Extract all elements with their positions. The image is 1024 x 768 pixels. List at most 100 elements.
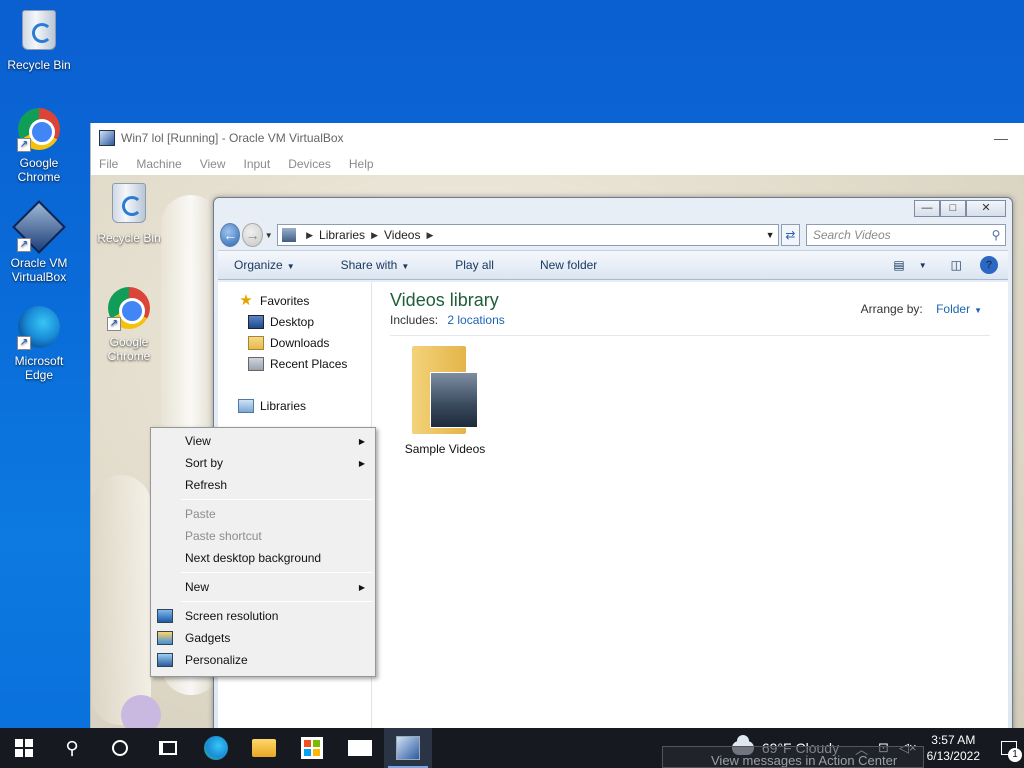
includes-label: Includes: (390, 313, 439, 327)
task-view-icon (159, 741, 177, 755)
locations-link[interactable]: 2 locations (447, 313, 504, 327)
edge-icon: ↗ (17, 306, 61, 350)
menu-item-label: Personalize (185, 653, 248, 667)
window-title: Win7 lol [Running] - Oracle VM VirtualBo… (121, 131, 344, 145)
chrome-icon: ↗ (107, 287, 151, 331)
menu-separator (181, 601, 373, 602)
guest-icon-recycle-bin[interactable]: Recycle Bin (91, 181, 167, 245)
taskbar-mail[interactable] (336, 728, 384, 768)
search-button[interactable]: ⚲ (48, 728, 96, 768)
guest-icon-chrome[interactable]: ↗ Google Chrome (91, 287, 167, 363)
task-view-button[interactable] (144, 728, 192, 768)
menu-item-screen-resolution[interactable]: Screen resolution (151, 605, 375, 627)
search-icon[interactable]: ⚲ (987, 228, 1005, 242)
breadcrumb-separator-icon[interactable]: ▶ (371, 230, 378, 241)
menu-item-label: Screen resolution (185, 609, 279, 623)
nav-libraries[interactable]: Libraries (218, 395, 371, 416)
action-center-button[interactable]: 1 (994, 728, 1024, 768)
libraries-icon (238, 398, 254, 413)
arrange-by-dropdown[interactable]: Folder ▼ (936, 302, 982, 316)
menu-file[interactable]: File (99, 157, 118, 171)
menu-item-next-desktop-background[interactable]: Next desktop background (151, 547, 375, 569)
breadcrumb-videos[interactable]: Videos (384, 228, 420, 242)
clock-date: 6/13/2022 (926, 749, 980, 763)
chevron-down-icon: ▼ (286, 262, 295, 271)
cortana-button[interactable] (96, 728, 144, 768)
windows-logo-icon (15, 739, 33, 757)
menu-machine[interactable]: Machine (136, 157, 181, 171)
clock[interactable]: 3:57 AM 6/13/2022 (927, 732, 980, 764)
chevron-down-icon[interactable]: ▼ (762, 230, 778, 240)
chevron-down-icon[interactable]: ▼ (919, 261, 927, 270)
share-with-button[interactable]: Share with ▼ (333, 258, 418, 272)
folder-item[interactable]: Sample Videos (390, 346, 500, 456)
new-folder-button[interactable]: New folder (532, 258, 605, 272)
refresh-button[interactable]: ⇄ (781, 224, 800, 246)
play-all-button[interactable]: Play all (447, 258, 502, 272)
chevron-down-icon[interactable]: ▼ (265, 231, 273, 240)
downloads-icon (248, 335, 264, 350)
minimize-button[interactable]: — (914, 200, 940, 217)
menu-item-paste: Paste (185, 507, 216, 521)
change-view-icon[interactable]: ▤ (893, 258, 904, 272)
menu-item-refresh[interactable]: Refresh (151, 474, 375, 496)
menu-item-view[interactable]: View ▶ (151, 430, 375, 452)
menu-item-paste-shortcut: Paste shortcut (185, 529, 262, 543)
menu-help[interactable]: Help (349, 157, 374, 171)
menu-item-label: Gadgets (185, 631, 231, 645)
menu-item-personalize[interactable]: Personalize (151, 649, 375, 671)
menu-item-gadgets[interactable]: Gadgets (151, 627, 375, 649)
menu-view[interactable]: View (200, 157, 226, 171)
recent-places-icon (248, 356, 264, 371)
menu-item-sort-by[interactable]: Sort by ▶ (151, 452, 375, 474)
help-icon[interactable]: ? (980, 256, 998, 274)
menu-devices[interactable]: Devices (288, 157, 331, 171)
edge-icon (204, 736, 228, 760)
breadcrumb-separator-icon[interactable]: ▶ (426, 230, 433, 241)
explorer-caption[interactable]: — □ ✕ (214, 198, 1012, 220)
taskbar-file-explorer[interactable] (240, 728, 288, 768)
nav-desktop[interactable]: Desktop (218, 311, 371, 332)
address-bar[interactable]: ▶ Libraries ▶ Videos ▶ ▼ (277, 224, 780, 246)
breadcrumb-libraries[interactable]: Libraries (319, 228, 365, 242)
virtualbox-title-bar[interactable]: Win7 lol [Running] - Oracle VM VirtualBo… (91, 123, 1024, 153)
notification-count: 1 (1008, 748, 1022, 762)
desktop-icon-edge[interactable]: ↗ Microsoft Edge (1, 306, 77, 382)
taskbar-store[interactable] (288, 728, 336, 768)
desktop-icon-label: Oracle VM VirtualBox (10, 256, 68, 284)
personalize-icon (157, 653, 173, 667)
preview-pane-icon[interactable]: ◫ (951, 258, 962, 272)
start-button[interactable] (0, 728, 48, 768)
minimize-button[interactable]: — (978, 130, 1024, 146)
guest-desktop[interactable]: Recycle Bin ↗ Google Chrome — □ ✕ ← → ▼ (91, 175, 1024, 728)
address-row: ← → ▼ ▶ Libraries ▶ Videos ▶ ▼ ⇄ Search … (214, 220, 1012, 250)
content-pane[interactable]: Videos library Includes: 2 locations Arr… (372, 282, 1008, 728)
search-icon: ⚲ (65, 737, 79, 758)
arrange-value: Folder (936, 302, 971, 316)
command-bar: Organize ▼ Share with ▼ Play all New folde… (218, 250, 1008, 280)
taskbar-edge[interactable] (192, 728, 240, 768)
nav-favorites[interactable]: ★ Favorites (218, 290, 371, 311)
desktop-icon-recycle-bin[interactable]: Recycle Bin (1, 8, 77, 72)
taskbar: ⚲ 69°F Cloudy ︿ ⊡ ◁× 3:57 AM 6/13/2022 1… (0, 728, 1024, 768)
back-button[interactable]: ← (220, 223, 241, 247)
forward-button[interactable]: → (242, 223, 263, 247)
cortana-icon (112, 740, 128, 756)
desktop-icon-virtualbox[interactable]: ↗ Oracle VM VirtualBox (1, 200, 77, 284)
virtualbox-icon (396, 736, 420, 760)
taskbar-virtualbox[interactable] (384, 728, 432, 768)
desktop-context-menu: View ▶ Sort by ▶ Refresh Paste Paste short… (150, 427, 376, 677)
close-button[interactable]: ✕ (966, 200, 1006, 217)
search-placeholder: Search Videos (812, 228, 891, 242)
chevron-down-icon: ▼ (974, 306, 982, 315)
menu-item-new[interactable]: New ▶ (151, 576, 375, 598)
breadcrumb-separator-icon[interactable]: ▶ (306, 230, 313, 241)
organize-button[interactable]: Organize ▼ (226, 258, 303, 272)
search-input[interactable]: Search Videos ⚲ (805, 224, 1006, 246)
nav-recent-places[interactable]: Recent Places (218, 353, 371, 374)
chevron-down-icon: ▼ (401, 262, 410, 271)
desktop-icon-chrome[interactable]: ↗ Google Chrome (1, 108, 77, 184)
nav-downloads[interactable]: Downloads (218, 332, 371, 353)
menu-input[interactable]: Input (244, 157, 271, 171)
maximize-button[interactable]: □ (940, 200, 966, 217)
